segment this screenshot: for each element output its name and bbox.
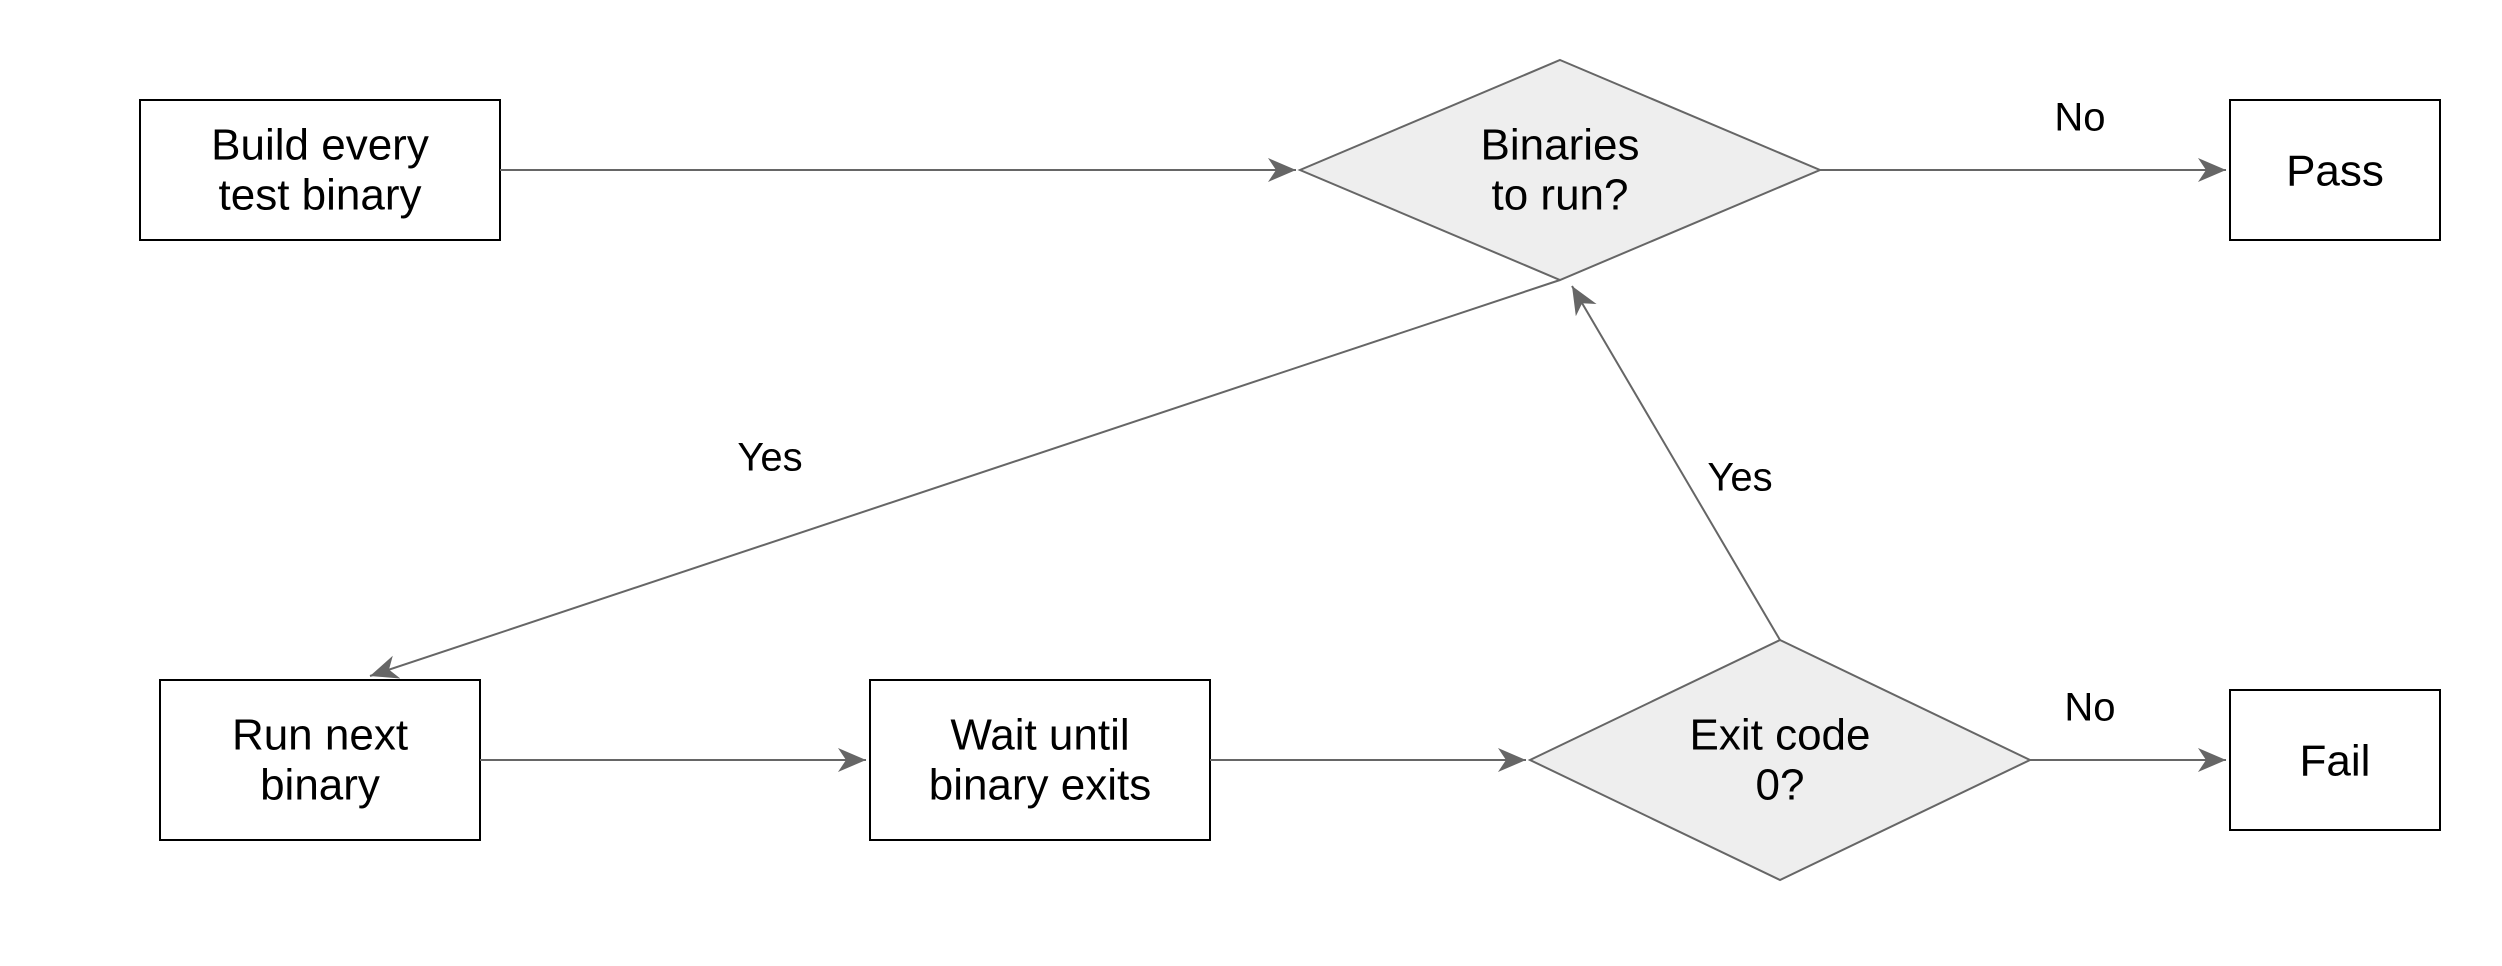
node-run-line2: binary [260,761,380,810]
edge-exit-no-label: No [2064,686,2115,730]
node-run: Run next binary [160,680,480,840]
node-exit-line1: Exit code [1690,711,1871,760]
node-check-line1: Binaries [1481,121,1640,170]
edge-check-no-label: No [2054,96,2105,140]
node-wait-line1: Wait until [950,711,1129,760]
node-pass-label: Pass [2286,147,2384,196]
node-pass: Pass [2230,100,2440,240]
edge-exit-yes-label: Yes [1707,456,1772,500]
edge-check-to-run [370,280,1560,676]
node-build-line2: test binary [219,171,422,220]
edge-check-yes-label: Yes [737,436,802,480]
node-build: Build every test binary [140,100,500,240]
node-check: Binaries to run? [1300,60,1820,280]
node-fail-label: Fail [2300,737,2371,786]
node-exit: Exit code 0? [1530,640,2030,880]
node-fail: Fail [2230,690,2440,830]
node-exit-line2: 0? [1756,761,1805,810]
node-check-line2: to run? [1492,171,1629,220]
node-build-line1: Build every [211,121,429,170]
node-wait: Wait until binary exits [870,680,1210,840]
node-wait-line2: binary exits [929,761,1152,810]
node-run-line1: Run next [232,711,408,760]
